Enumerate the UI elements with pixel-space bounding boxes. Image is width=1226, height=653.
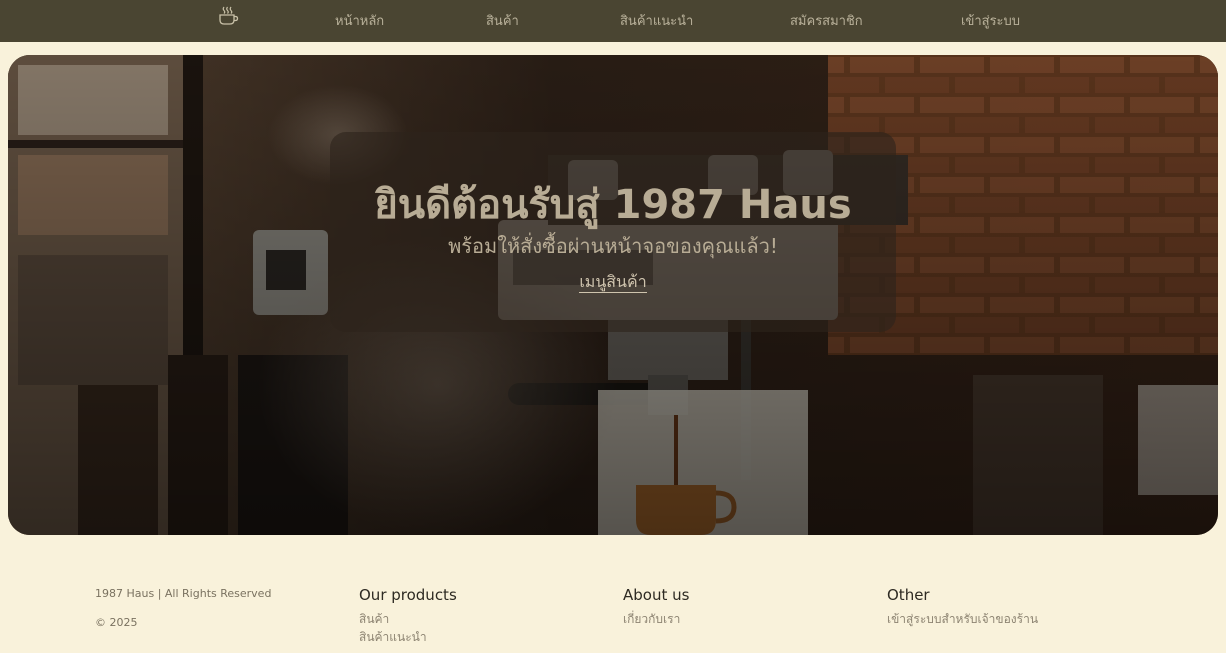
footer-products-heading: Our products (359, 586, 457, 604)
footer-about-link[interactable]: เกี่ยวกับเรา (623, 610, 689, 628)
footer-year: © 2025 (95, 616, 138, 629)
nav-recommended-link[interactable]: สินค้าแนะนำ (620, 10, 693, 31)
footer-copyright-column: 1987 Haus | All Rights Reserved © 2025 (95, 586, 271, 629)
hero-welcome-panel: ยินดีต้อนรับสู่ 1987 Haus พร้อมให้สั่งซื… (330, 132, 896, 332)
menu-products-link[interactable]: เมนูสินค้า (579, 272, 647, 293)
footer-owner-login-link[interactable]: เข้าสู่ระบบสำหรับเจ้าของร้าน (887, 610, 1038, 628)
footer-copyright: 1987 Haus | All Rights Reserved (95, 587, 272, 600)
nav-products-link[interactable]: สินค้า (486, 10, 519, 31)
nav-register-link[interactable]: สมัครสมาชิก (790, 10, 863, 31)
nav-home-link[interactable]: หน้าหลัก (335, 10, 384, 31)
hero-menu-link-wrap: เมนูสินค้า (330, 270, 896, 295)
footer-products-link[interactable]: สินค้า (359, 610, 457, 628)
footer-about-column: About us เกี่ยวกับเรา (623, 586, 689, 628)
nav-login-link[interactable]: เข้าสู่ระบบ (961, 10, 1020, 31)
top-navbar: หน้าหลัก สินค้า สินค้าแนะนำ สมัครสมาชิก … (0, 0, 1226, 42)
footer-products-column: Our products สินค้า สินค้าแนะนำ (359, 586, 457, 646)
footer-other-column: Other เข้าสู่ระบบสำหรับเจ้าของร้าน (887, 586, 1038, 628)
coffee-cup-icon[interactable] (217, 5, 239, 27)
hero-title: ยินดีต้อนรับสู่ 1987 Haus (374, 182, 852, 228)
hero-subtitle: พร้อมให้สั่งซื้อผ่านหน้าจอของคุณแล้ว! (448, 234, 778, 258)
footer-recommended-link[interactable]: สินค้าแนะนำ (359, 628, 457, 646)
footer-about-heading: About us (623, 586, 690, 604)
footer-other-heading: Other (887, 586, 930, 604)
hero-banner: ยินดีต้อนรับสู่ 1987 Haus พร้อมให้สั่งซื… (8, 55, 1218, 535)
